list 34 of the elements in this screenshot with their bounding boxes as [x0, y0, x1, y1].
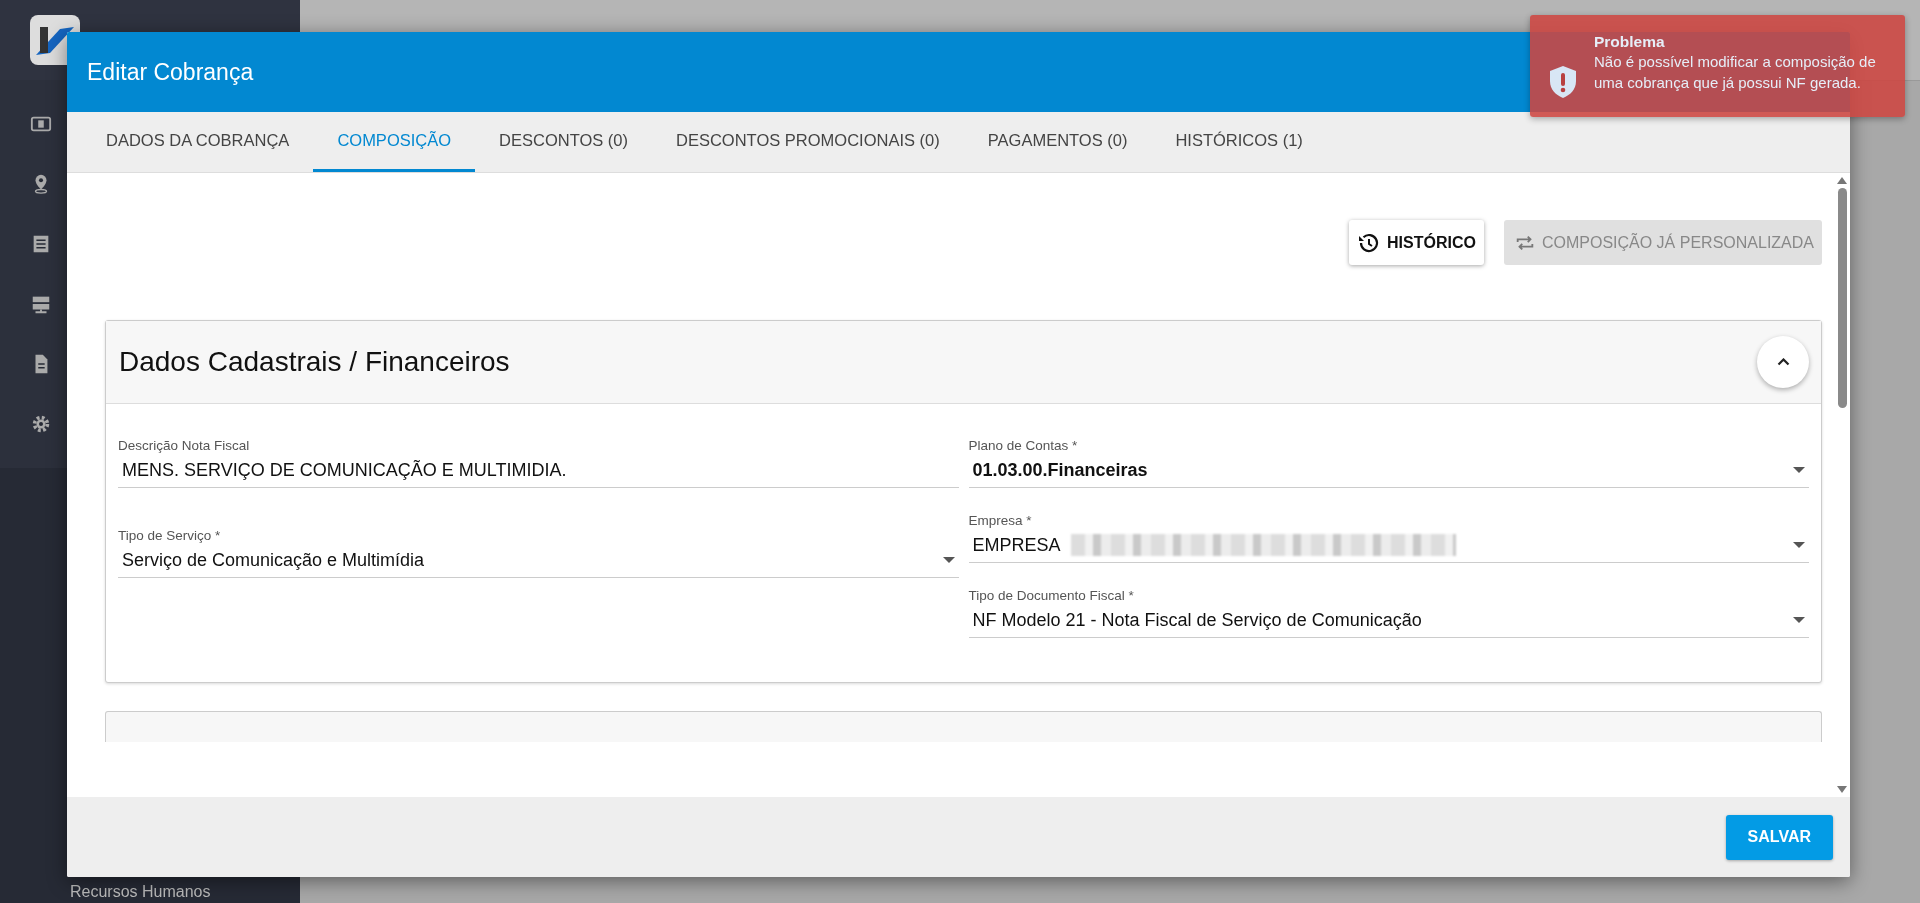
field-label: Tipo de Documento Fiscal * [968, 588, 1135, 603]
tab[interactable]: DESCONTOS (0) [475, 112, 653, 172]
shield-alert-icon [1548, 65, 1578, 99]
tab[interactable]: DADOS DA COBRANÇA [82, 112, 314, 172]
dropdown-arrow-icon [1793, 467, 1805, 473]
dropdown-arrow-icon [942, 557, 955, 563]
field-label: Tipo de Serviço * [118, 528, 222, 543]
select-field[interactable]: Serviço de Comunicação e Multimídia [118, 543, 959, 578]
tab[interactable]: PAGAMENTOS (0) [963, 112, 1152, 172]
tab[interactable]: HISTÓRICOS (1) [1151, 112, 1327, 172]
field-value: NF Modelo 21 - Nota Fiscal de Serviço de Comunicação [972, 609, 1422, 631]
settings-icon[interactable] [30, 413, 52, 435]
select-field[interactable]: EMPRESA [968, 528, 1809, 563]
scrollbar-thumb[interactable] [1837, 188, 1847, 408]
dropdown-arrow-icon [1793, 542, 1805, 548]
field-value: MENS. SERVIÇO DE COMUNICAÇÃO E MULTIMIDIA. [122, 459, 567, 481]
select-field[interactable]: 01.03.00.Financeiras [968, 453, 1809, 488]
input-field[interactable]: MENS. SERVIÇO DE COMUNICAÇÃO E MULTIMIDIA. [118, 453, 959, 488]
chevron-icon [1776, 357, 1790, 367]
field-label: Empresa * [968, 513, 1033, 528]
section-title: Dados Cadastrais / Financeiros [119, 346, 511, 378]
dropdown-arrow-icon [1793, 617, 1805, 623]
field-label: Plano de Contas * [968, 438, 1079, 453]
field-value: 01.03.00.Financeiras [972, 459, 1148, 481]
scroll-up-arrow-icon[interactable] [1837, 177, 1847, 184]
scroll-down-arrow-icon[interactable] [1837, 786, 1847, 793]
field-value: EMPRESA [972, 534, 1061, 556]
tab[interactable]: DESCONTOS PROMOCIONAIS (0) [652, 112, 964, 172]
field-label: Descrição Nota Fiscal [118, 438, 251, 453]
select-field[interactable]: NF Modelo 21 - Nota Fiscal de Serviço de Comunicação [968, 603, 1809, 638]
toast-title: Problema [1594, 33, 1666, 51]
menu-item[interactable]: Recursos Humanos [0, 883, 300, 903]
field-value: Serviço de Comunicação e Multimídia [122, 549, 425, 571]
action-button[interactable]: HISTÓRICO [1349, 220, 1484, 265]
